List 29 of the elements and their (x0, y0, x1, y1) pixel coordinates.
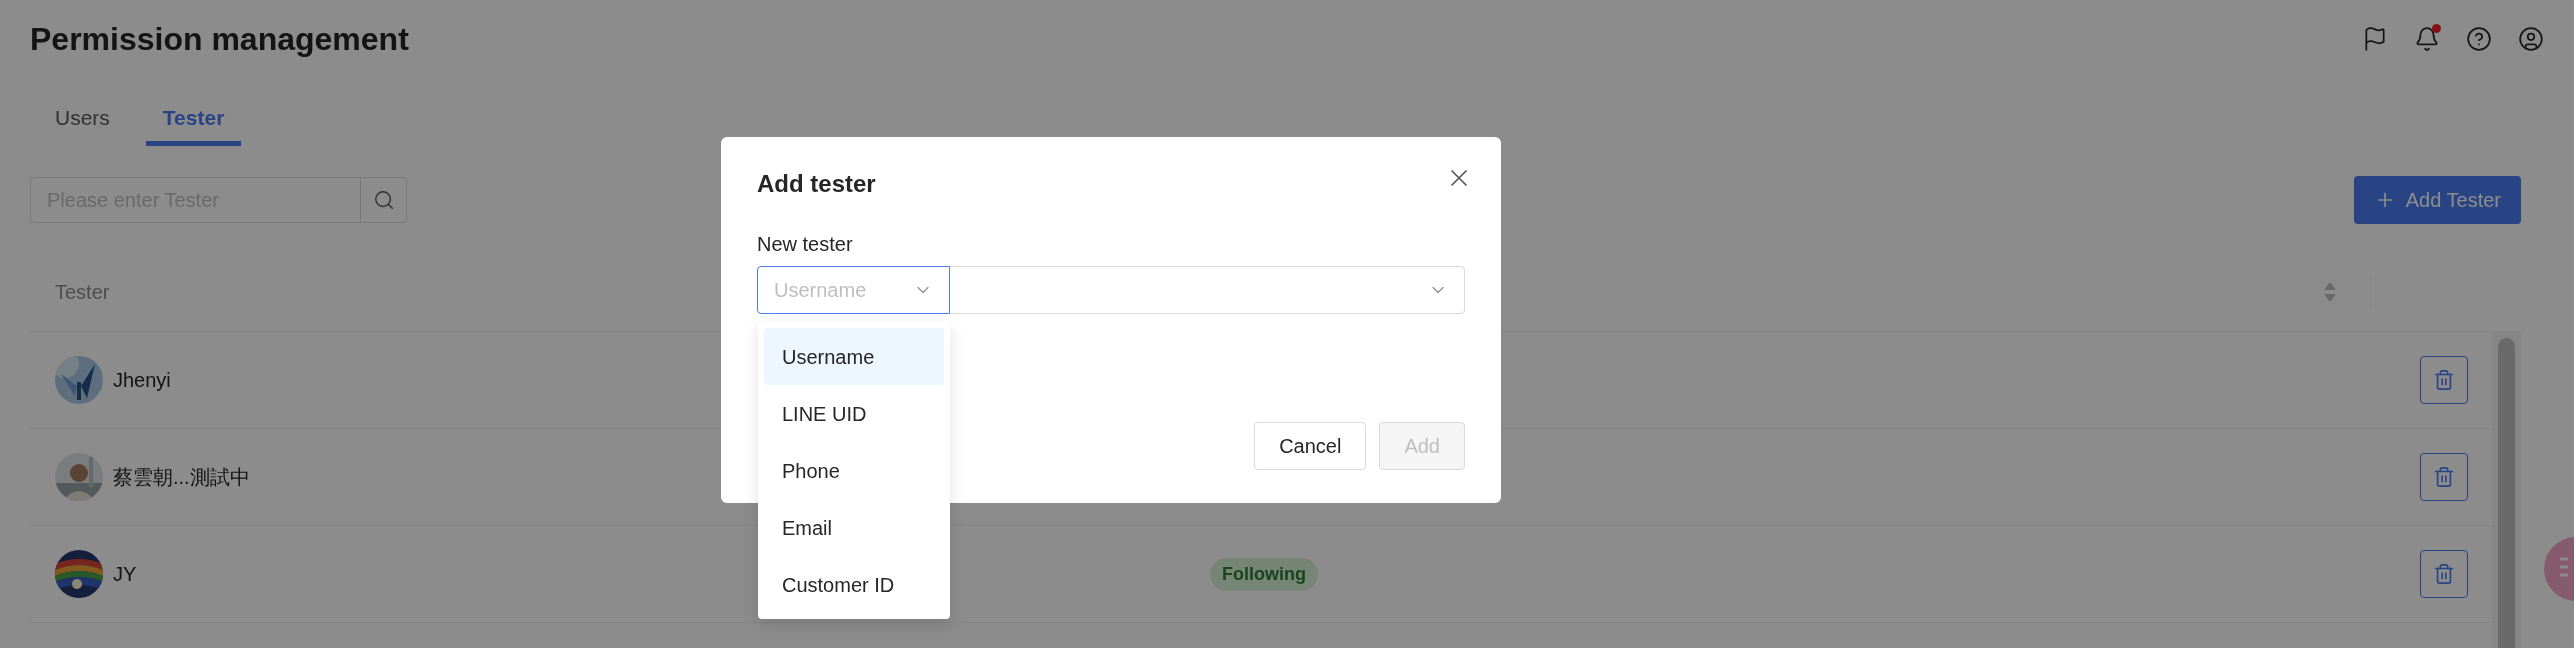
tester-name: Jhenyi (113, 368, 171, 393)
dropdown-option[interactable]: Customer ID (764, 556, 944, 613)
dropdown-option[interactable]: Username (764, 328, 944, 385)
delete-button[interactable] (2420, 453, 2468, 501)
flag-icon[interactable] (2362, 26, 2388, 52)
dropdown-option[interactable]: Phone (764, 442, 944, 499)
tester-name: JY (113, 562, 137, 587)
trash-icon (2433, 563, 2455, 585)
dropdown-option[interactable]: Email (764, 499, 944, 556)
search-button[interactable] (361, 177, 407, 223)
status-tag: Following (1210, 557, 1318, 591)
help-icon[interactable] (2466, 26, 2492, 52)
page-title: Permission management (30, 20, 409, 59)
trash-icon (2433, 369, 2455, 391)
tester-name: 蔡雲朝...測試中 (113, 465, 250, 490)
delete-button[interactable] (2420, 550, 2468, 598)
floating-chat-icon[interactable] (2544, 537, 2574, 601)
trash-icon (2433, 466, 2455, 488)
user-icon[interactable] (2518, 26, 2544, 52)
delete-button[interactable] (2420, 356, 2468, 404)
field-label: New tester (757, 232, 854, 257)
notification-bell-icon[interactable] (2414, 26, 2440, 52)
search-icon (372, 189, 395, 211)
dialog-title: Add tester (757, 169, 876, 199)
column-header: Tester (55, 279, 110, 305)
dialog-button[interactable]: Cancel (1254, 422, 1367, 470)
scrollbar[interactable] (2492, 332, 2521, 648)
tab[interactable]: Users (38, 95, 127, 146)
dropdown-option[interactable]: LINE UID (764, 385, 944, 442)
